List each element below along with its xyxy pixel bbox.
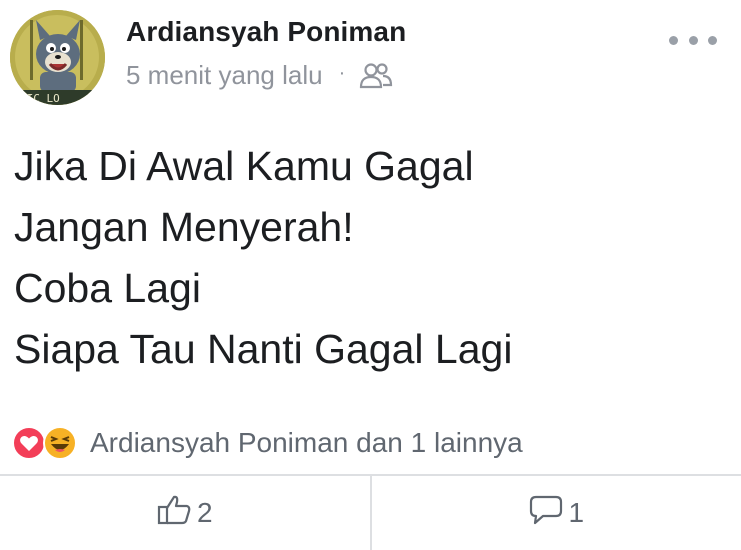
reaction-icons bbox=[12, 426, 84, 460]
thumbs-up-icon bbox=[157, 494, 193, 533]
reactions-summary[interactable]: Ardiansyah Poniman dan 1 lainnya bbox=[12, 426, 523, 460]
post-text-line: Jangan Menyerah! bbox=[14, 204, 354, 250]
post-text: Jika Di Awal Kamu Gagal Jangan Menyerah!… bbox=[14, 136, 512, 380]
post-actions: 2 1 bbox=[0, 476, 741, 550]
post-card: XIC LO Ardiansyah Poniman 5 menit yang l… bbox=[0, 0, 741, 550]
comment-icon bbox=[528, 494, 564, 533]
post-text-line: Siapa Tau Nanti Gagal Lagi bbox=[14, 326, 513, 372]
post-timestamp[interactable]: 5 menit yang lalu bbox=[126, 60, 323, 91]
haha-reaction-icon bbox=[43, 426, 77, 460]
avatar[interactable]: XIC LO bbox=[10, 10, 105, 105]
more-dot-icon bbox=[669, 35, 678, 45]
post-text-line: Coba Lagi bbox=[14, 265, 201, 311]
post-meta: 5 menit yang lalu · bbox=[126, 60, 393, 91]
like-button[interactable]: 2 bbox=[0, 476, 370, 550]
more-options-button[interactable] bbox=[669, 26, 717, 54]
comment-count: 1 bbox=[568, 497, 585, 528]
friends-icon[interactable] bbox=[359, 62, 393, 90]
more-dot-icon bbox=[708, 35, 717, 45]
meta-separator: · bbox=[338, 62, 346, 84]
love-reaction-icon bbox=[12, 426, 46, 460]
comment-button[interactable]: 1 bbox=[369, 476, 741, 550]
cat-avatar-icon: XIC LO bbox=[10, 10, 105, 105]
avatar-caption: XIC LO bbox=[20, 92, 60, 105]
like-count: 2 bbox=[196, 497, 213, 528]
author-name[interactable]: Ardiansyah Poniman bbox=[126, 16, 406, 48]
reactions-summary-text: Ardiansyah Poniman dan 1 lainnya bbox=[90, 427, 523, 458]
post-text-line: Jika Di Awal Kamu Gagal bbox=[14, 143, 474, 189]
more-dot-icon bbox=[688, 35, 698, 45]
